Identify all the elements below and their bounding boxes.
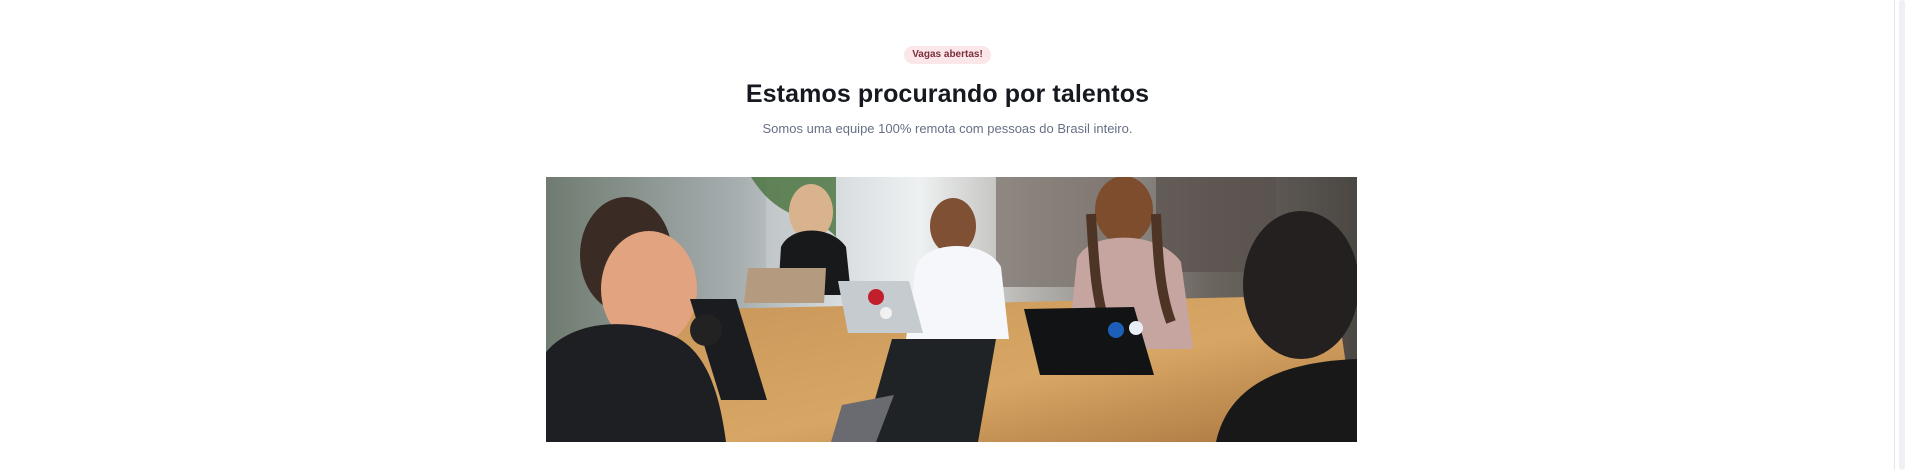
- page: Vagas abertas! Estamos procurando por ta…: [0, 0, 1907, 470]
- page-subtitle: Somos uma equipe 100% remota com pessoas…: [762, 121, 1133, 136]
- scrollbar-thumb[interactable]: [1899, 0, 1905, 470]
- hiring-hero: Vagas abertas! Estamos procurando por ta…: [0, 0, 1895, 137]
- page-title: Estamos procurando por talentos: [745, 80, 1150, 108]
- team-photo: [546, 177, 1357, 442]
- page-scrollbar[interactable]: [1894, 0, 1907, 470]
- open-positions-badge: Vagas abertas!: [904, 46, 991, 64]
- team-meeting-image: [546, 177, 1357, 442]
